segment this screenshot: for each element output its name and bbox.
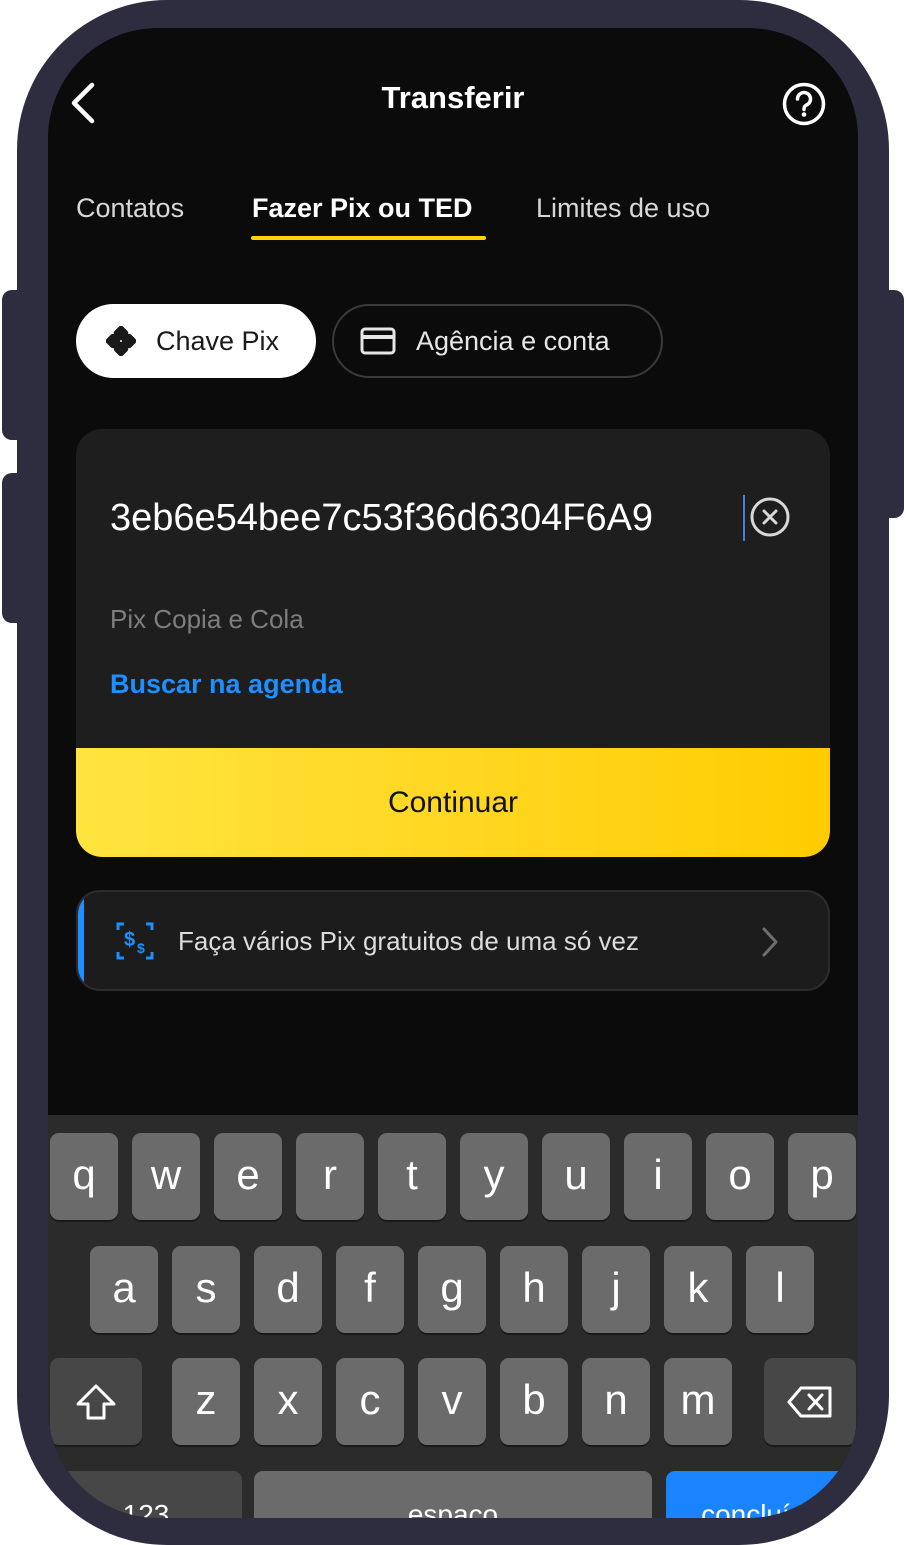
promo-text: Faça vários Pix gratuitos de uma só vez	[178, 926, 639, 956]
numbers-key[interactable]: 123	[50, 1471, 242, 1518]
key-p[interactable]: p	[788, 1133, 856, 1220]
chave-pix-label: Chave Pix	[156, 325, 280, 356]
pix-icon	[106, 326, 136, 356]
on-screen-keyboard: q w e r t y u i o p a s d f g h j k l z …	[48, 1115, 858, 1518]
key-x[interactable]: x	[254, 1358, 322, 1445]
key-z[interactable]: z	[172, 1358, 240, 1445]
key-s[interactable]: s	[172, 1246, 240, 1333]
key-o[interactable]: o	[706, 1133, 774, 1220]
key-c[interactable]: c	[336, 1358, 404, 1445]
continue-button[interactable]: Continuar	[76, 748, 830, 857]
active-tab-indicator	[251, 236, 486, 240]
key-m[interactable]: m	[664, 1358, 732, 1445]
promo-accent-bar	[78, 892, 84, 989]
key-k[interactable]: k	[664, 1246, 732, 1333]
help-button[interactable]	[781, 81, 827, 127]
agencia-e-conta-label: Agência e conta	[416, 325, 610, 356]
key-e[interactable]: e	[214, 1133, 282, 1220]
question-circle-icon	[782, 82, 826, 126]
key-b[interactable]: b	[500, 1358, 568, 1445]
key-u[interactable]: u	[542, 1133, 610, 1220]
close-circle-icon	[750, 497, 790, 537]
multi-pix-promo-banner[interactable]: $ $ Faça vários Pix gratuitos de uma só …	[76, 890, 830, 991]
multi-pix-icon: $ $	[116, 922, 154, 960]
key-a[interactable]: a	[90, 1246, 158, 1333]
key-d[interactable]: d	[254, 1246, 322, 1333]
chave-pix-option[interactable]: Chave Pix	[76, 304, 316, 378]
key-v[interactable]: v	[418, 1358, 486, 1445]
key-t[interactable]: t	[378, 1133, 446, 1220]
space-key[interactable]: espaço	[254, 1471, 652, 1518]
tab-contatos[interactable]: Contatos	[76, 193, 184, 224]
svg-text:$: $	[137, 940, 145, 956]
backspace-key[interactable]	[764, 1358, 856, 1445]
key-h[interactable]: h	[500, 1246, 568, 1333]
shift-arrow-icon	[76, 1384, 116, 1419]
shift-key[interactable]	[50, 1358, 142, 1445]
app-screen: Transferir Contatos Fazer Pix ou TED Lim…	[48, 28, 858, 1518]
backspace-icon	[787, 1386, 832, 1417]
buscar-na-agenda-link[interactable]: Buscar na agenda	[110, 669, 343, 700]
key-j[interactable]: j	[582, 1246, 650, 1333]
key-i[interactable]: i	[624, 1133, 692, 1220]
pix-key-card: Pix Copia e Cola Buscar na agenda Contin…	[76, 429, 830, 857]
key-w[interactable]: w	[132, 1133, 200, 1220]
key-r[interactable]: r	[296, 1133, 364, 1220]
key-q[interactable]: q	[50, 1133, 118, 1220]
page-title: Transferir	[381, 80, 525, 115]
key-y[interactable]: y	[460, 1133, 528, 1220]
text-cursor	[743, 495, 745, 541]
key-n[interactable]: n	[582, 1358, 650, 1445]
tab-fazer-pix-ou-ted[interactable]: Fazer Pix ou TED	[252, 193, 473, 224]
pix-key-input[interactable]	[110, 493, 710, 543]
pix-key-field-label: Pix Copia e Cola	[110, 604, 304, 634]
done-key[interactable]: concluído	[666, 1471, 856, 1518]
key-f[interactable]: f	[336, 1246, 404, 1333]
tab-limites-de-uso[interactable]: Limites de uso	[536, 193, 710, 224]
agencia-e-conta-option[interactable]: Agência e conta	[332, 304, 663, 378]
key-l[interactable]: l	[746, 1246, 814, 1333]
bank-card-icon	[360, 327, 396, 355]
clear-input-button[interactable]	[749, 496, 791, 538]
key-g[interactable]: g	[418, 1246, 486, 1333]
chevron-right-icon	[762, 927, 778, 957]
svg-text:$: $	[124, 929, 135, 951]
